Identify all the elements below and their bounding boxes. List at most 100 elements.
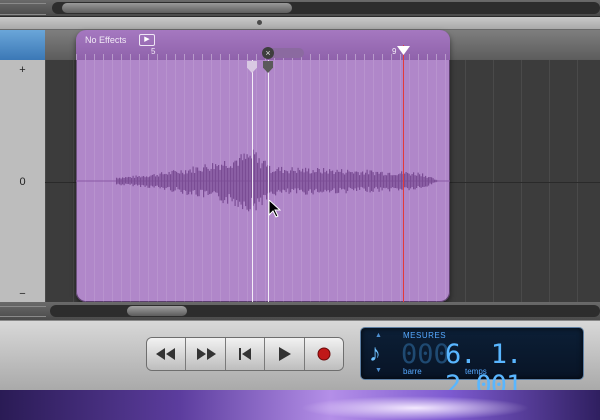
pane-divider[interactable] [0, 17, 600, 30]
waveform-sample [392, 175, 394, 188]
waveform-sample [434, 179, 436, 183]
waveform-sample [285, 170, 287, 193]
waveform-sample [270, 173, 272, 192]
waveform-sample [431, 177, 433, 185]
region-header[interactable]: No Effects ▶ 5 9 × [76, 30, 450, 60]
scale-minus-label: − [19, 288, 26, 300]
play-button[interactable] [265, 338, 305, 370]
waveform-sample [413, 172, 415, 190]
waveform-sample [359, 175, 361, 190]
waveform-sample [203, 167, 205, 198]
go-to-start-button[interactable] [226, 338, 266, 370]
waveform-sample [317, 168, 319, 192]
playhead-line[interactable] [403, 45, 404, 302]
waveform-sample [363, 174, 365, 189]
fast-forward-button[interactable] [186, 338, 226, 370]
waveform-sample [200, 171, 202, 190]
waveform-sample [138, 176, 140, 185]
lcd-display[interactable]: ▲ ♪ ▼ MESURES 000 6. 1. 2.001 barre temp… [361, 328, 583, 401]
waveform-sample [134, 177, 136, 185]
waveform-sample [282, 173, 284, 190]
region-play-icon[interactable]: ▶ [139, 34, 155, 46]
waveform-sample [351, 172, 353, 189]
waveform-sample [365, 172, 367, 191]
waveform-sample [272, 172, 274, 194]
waveform-sample [186, 173, 188, 195]
waveform-sample [344, 174, 346, 190]
waveform-sample [194, 173, 196, 190]
audio-region-editor[interactable]: No Effects ▶ 5 9 × [76, 30, 450, 302]
waveform-sample [117, 178, 119, 184]
waveform-sample [366, 169, 368, 192]
waveform-sample [131, 177, 133, 184]
track-header-selected[interactable] [0, 30, 46, 60]
waveform-sample [246, 154, 248, 210]
lcd-up-arrow-icon[interactable]: ▲ [375, 332, 382, 339]
waveform-sample [189, 169, 191, 192]
waveform-sample [416, 175, 418, 188]
waveform-sample [395, 175, 397, 188]
waveform-sample [393, 175, 395, 188]
waveform-sample [291, 167, 293, 189]
waveform-sample [357, 172, 359, 188]
waveform-sample [288, 173, 290, 194]
waveform-sample [410, 175, 412, 189]
music-note-icon[interactable]: ♪ [369, 340, 381, 368]
waveform-sample [191, 172, 193, 195]
waveform-sample [369, 170, 371, 193]
waveform-sample [242, 160, 244, 210]
waveform-sample [192, 166, 194, 191]
waveform-sample [269, 165, 271, 193]
waveform-sample [353, 173, 355, 191]
waveform-sample [161, 172, 163, 187]
transport-controls [147, 338, 343, 370]
top-scrollbar-thumb[interactable] [62, 3, 292, 13]
record-button[interactable] [305, 338, 343, 370]
waveform-sample [165, 173, 167, 189]
waveform-sample [356, 171, 358, 191]
waveform-sample [120, 178, 122, 186]
waveform-sample [245, 158, 247, 207]
amplitude-scale: + 0 − [0, 60, 46, 305]
effects-label[interactable]: No Effects [85, 35, 126, 45]
waveform-sample [332, 170, 334, 190]
waveform-sample [263, 160, 265, 195]
waveform-sample [428, 177, 430, 186]
waveform-sample [311, 173, 313, 193]
waveform-sample [348, 171, 350, 188]
loop-start-line [252, 60, 253, 302]
waveform-sample [303, 172, 305, 193]
waveform-sample [206, 167, 208, 191]
divider-handle-icon[interactable] [257, 20, 262, 25]
waveform-sample [248, 157, 250, 212]
waveform-sample [180, 170, 182, 192]
waveform-sample [305, 167, 307, 195]
waveform-sample [261, 163, 263, 206]
waveform-sample [201, 171, 203, 190]
waveform-sample [423, 176, 425, 187]
close-loop-icon[interactable]: × [262, 47, 274, 59]
waveform-sample [371, 170, 373, 191]
lcd-bar-label: barre [403, 367, 422, 376]
mouse-cursor-icon [269, 200, 281, 218]
waveform-sample [231, 167, 233, 202]
waveform-sample [236, 160, 238, 201]
waveform-sample [315, 172, 317, 189]
lcd-down-arrow-icon[interactable]: ▼ [375, 367, 382, 374]
waveform-sample [228, 167, 230, 195]
desktop-glow [300, 396, 530, 420]
waveform-sample [150, 175, 152, 186]
waveform-sample [326, 170, 328, 192]
waveform-sample [260, 168, 262, 198]
waveform-sample [149, 176, 151, 188]
waveform-sample [182, 172, 184, 194]
bottom-scrollbar-thumb[interactable] [127, 306, 187, 316]
waveform-sample [212, 163, 214, 193]
waveform-sample [306, 171, 308, 195]
waveform-sample [414, 175, 416, 190]
waveform-sample [386, 175, 388, 188]
rewind-button[interactable] [147, 338, 187, 370]
waveform-sample [281, 166, 283, 193]
waveform-sample [227, 168, 229, 204]
waveform-sample [156, 175, 158, 186]
